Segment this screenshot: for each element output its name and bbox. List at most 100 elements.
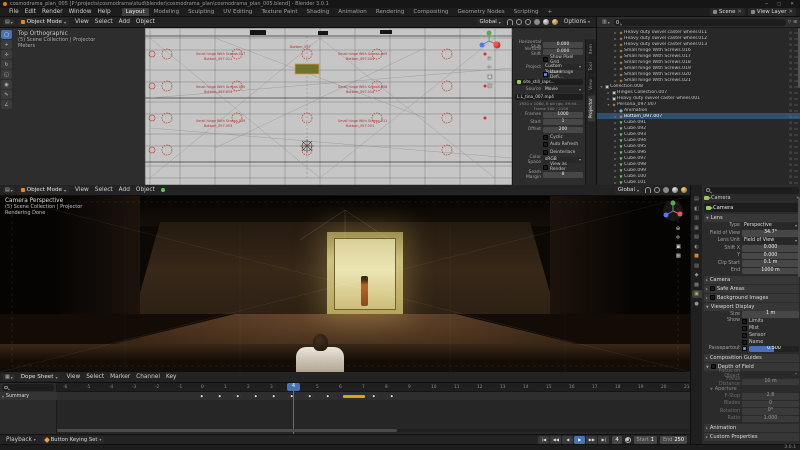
hide-eye-icon[interactable]: ⊙ — [789, 42, 792, 47]
hide-eye-icon[interactable]: ⊙ — [789, 78, 792, 83]
menu-item[interactable]: Help — [94, 9, 113, 15]
shading-material-icon[interactable] — [543, 19, 549, 25]
dope-scrollbar[interactable] — [57, 429, 690, 432]
shading-rendered-icon[interactable] — [552, 19, 558, 25]
hide-eye-icon[interactable]: ⊙ — [789, 126, 792, 131]
workspace-tab[interactable]: Rendering — [372, 8, 409, 16]
workspace-tab[interactable]: Sculpting — [184, 8, 218, 16]
safe-areas-panel-header[interactable]: ▸Safe Areas — [704, 285, 799, 293]
transport-button[interactable]: ▶ — [574, 436, 585, 444]
viewport-menu-item[interactable]: Object — [133, 19, 158, 25]
scene-unlink-icon[interactable]: ✕ — [737, 9, 742, 15]
viewport-menu-item[interactable]: Select — [92, 19, 116, 25]
dope-sheet-mode-dropdown[interactable]: Dope Sheet▾ — [18, 373, 61, 381]
source-dropdown[interactable]: Movie▾ — [543, 87, 583, 93]
hide-eye-icon[interactable]: ⊙ — [789, 174, 792, 179]
properties-tab-icon[interactable]: ◆ — [692, 271, 702, 279]
properties-tab-icon[interactable]: ▤ — [692, 195, 702, 203]
editor-type-button[interactable]: ▤▾ — [3, 19, 15, 25]
rotation-field[interactable]: 0° — [742, 408, 799, 415]
outliner-row[interactable]: ▸ ▼ Cube.097 ⊙▭ — [597, 155, 800, 161]
disable-render-icon[interactable]: ▭ — [794, 108, 798, 113]
annotate-tool[interactable]: ✎ — [1, 90, 12, 99]
selected-plan-object[interactable] — [295, 64, 319, 74]
grid-toggle-icon[interactable]: ▦ — [487, 83, 492, 89]
shading-rendered-icon-3d[interactable] — [681, 187, 687, 193]
composition-guides-header[interactable]: ▸Composition Guides — [704, 354, 799, 362]
workspace-tab[interactable]: Compositing — [409, 8, 452, 16]
outliner-row[interactable]: ▸ ▼ Cube.093 ⊙▭ — [597, 131, 800, 137]
keyframe-diamond[interactable] — [325, 393, 330, 398]
view-layer-selector[interactable]: View Layer✕ — [748, 8, 796, 16]
workspace-tab[interactable]: + — [544, 8, 557, 16]
grid-toggle-icon-3d[interactable]: ▦ — [676, 253, 681, 259]
outliner-display-mode[interactable]: ▥▾ — [600, 19, 612, 25]
transform-orientation-dropdown[interactable]: Global▾ — [477, 18, 504, 26]
navigation-gizmo[interactable] — [478, 30, 500, 52]
outliner-row[interactable]: ▸ ▼ Cube.091 ⊙▭ — [597, 119, 800, 125]
disable-render-icon[interactable]: ▭ — [794, 168, 798, 173]
viewport-menu-item-3d[interactable]: View — [72, 187, 92, 193]
properties-tab-icon[interactable]: ■ — [692, 252, 702, 260]
dope-menu-item[interactable]: Key — [163, 374, 180, 380]
hide-eye-icon[interactable]: ⊙ — [789, 132, 792, 137]
properties-tab-icon[interactable]: ▨ — [692, 262, 702, 270]
playhead[interactable]: 4 — [287, 383, 300, 391]
mode-dropdown[interactable]: Object Mode▾ — [18, 18, 69, 26]
properties-search-input[interactable] — [704, 187, 799, 194]
outliner-row[interactable]: ▸ ▼ Cube.092 ⊙▭ — [597, 125, 800, 131]
disable-render-icon[interactable]: ▭ — [794, 114, 798, 119]
focus-distance-field[interactable]: 10 m — [742, 379, 799, 386]
dope-menu-item[interactable]: View — [63, 374, 83, 380]
cyclic-checkbox[interactable] — [543, 135, 548, 140]
keyframe-diamond[interactable] — [199, 393, 204, 398]
seam-margin-field[interactable]: 8 — [543, 172, 583, 178]
timeline-ruler[interactable]: -6-5-4-3-2-10123456789101112131415161718… — [57, 383, 690, 392]
passepartout-checkbox[interactable]: ✓ — [742, 346, 747, 351]
pan-icon[interactable]: ✛ — [487, 65, 492, 71]
shading-wireframe-icon[interactable] — [525, 19, 531, 25]
properties-tab-icon[interactable]: ▧ — [692, 233, 702, 241]
view-layer-unlink-icon[interactable]: ✕ — [788, 9, 793, 15]
outliner-row[interactable]: ▸ ◈ Small hinge With Screws.017 ⊙▭ — [597, 53, 800, 59]
show-option-checkbox[interactable] — [742, 333, 747, 338]
image-datablock[interactable]: site_still_laps... — [515, 79, 583, 86]
move-tool[interactable]: ✛ — [1, 50, 12, 59]
disable-render-icon[interactable]: ▭ — [794, 96, 798, 101]
dope-sheet-body[interactable]: -6-5-4-3-2-10123456789101112131415161718… — [0, 383, 690, 434]
hide-eye-icon[interactable]: ⊙ — [789, 138, 792, 143]
keyframe-diamond[interactable] — [235, 393, 240, 398]
zoom-icon[interactable]: ⊕ — [487, 56, 492, 62]
options-dropdown[interactable]: Options ▾ — [561, 19, 593, 25]
workspace-tab[interactable]: Geometry Nodes — [453, 8, 508, 16]
outliner-row[interactable]: ▸ ◈ Heavy duty swivel caster wheel.012 ⊙… — [597, 35, 800, 41]
keyframe-diamond[interactable] — [271, 393, 276, 398]
ratio-field[interactable]: 1.000 — [742, 416, 799, 423]
properties-tab-icon[interactable]: ◐ — [692, 243, 702, 251]
properties-tab-icon[interactable]: ● — [692, 300, 702, 308]
navigation-gizmo-3d[interactable] — [662, 200, 684, 222]
disable-render-icon[interactable]: ▭ — [794, 126, 798, 131]
fov-field[interactable]: 34.7° — [742, 230, 799, 237]
aperture-subpanel-header[interactable]: ▼Aperture — [704, 386, 799, 393]
hide-eye-icon[interactable]: ⊙ — [789, 36, 792, 41]
hide-eye-icon[interactable]: ⊙ — [789, 66, 792, 71]
dope-menu-item[interactable]: Select — [83, 374, 107, 380]
viewport-menu-item-3d[interactable]: Add — [116, 187, 133, 193]
dof-checkbox[interactable] — [711, 364, 716, 369]
outliner-row[interactable]: ▸ ▼ Cube.096 ⊙▭ — [597, 149, 800, 155]
background-images-panel-header[interactable]: ▸Background Images — [704, 294, 799, 302]
transform-orientation-dropdown-3d[interactable]: Global▾ — [615, 186, 642, 194]
outliner-row[interactable]: ▸ ◈ Small hinge With Screws.018 ⊙▭ — [597, 59, 800, 65]
transport-button[interactable]: ▶| — [598, 436, 609, 444]
hide-eye-icon[interactable]: ⊙ — [789, 102, 792, 107]
outliner-row[interactable]: ▸ ◈ Bottom_097.007 ⊙▭ — [597, 113, 800, 119]
sidebar-tab[interactable]: Tool — [588, 59, 595, 74]
shading-solid-icon[interactable] — [534, 19, 540, 25]
outliner-row[interactable]: ▸ ◈ Heavy duty swivel caster wheel.011 ⊙… — [597, 29, 800, 35]
viewport-display-panel-header[interactable]: ▼Viewport Display — [704, 303, 799, 311]
disable-render-icon[interactable]: ▭ — [794, 138, 798, 143]
clip-end-field[interactable]: 1000 m — [742, 268, 799, 275]
outliner-row[interactable]: ▸ ● Animation ⊙▭ — [597, 107, 800, 113]
properties-tab-icon[interactable]: ▩ — [692, 281, 702, 289]
